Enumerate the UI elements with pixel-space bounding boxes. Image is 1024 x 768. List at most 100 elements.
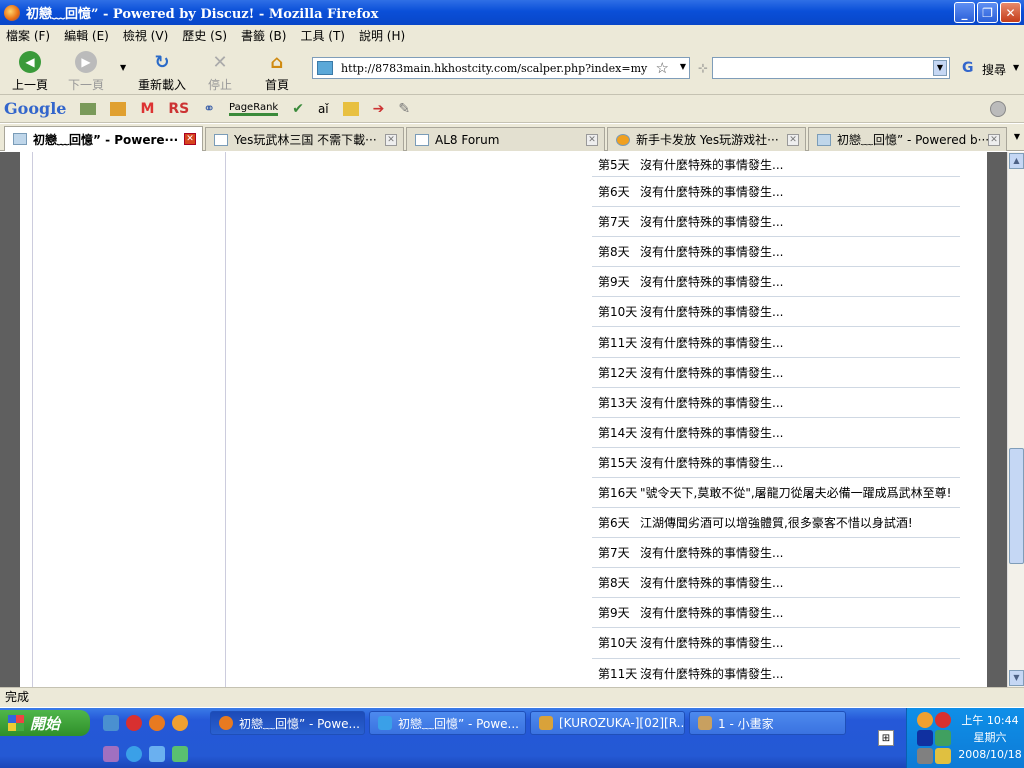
- scroll-thumb[interactable]: [1009, 448, 1024, 564]
- tab-close-icon[interactable]: ✕: [385, 134, 397, 146]
- status-text: 完成: [5, 690, 30, 704]
- translate-icon[interactable]: aǐ: [318, 102, 329, 116]
- window-titlebar: 初戀﹏回憶” - Powered by Discuz! - Mozilla Fi…: [0, 0, 1024, 25]
- close-button[interactable]: ✕: [1000, 2, 1021, 23]
- tray-media-icon[interactable]: [917, 730, 933, 746]
- pagerank-indicator: PageRank: [229, 102, 279, 116]
- page-body: 第5天 沒有什麼特殊的事情發生... 第6天 沒有什麼特殊的事情發生... 第7天 沒有什…: [20, 152, 987, 687]
- bookmark-star-icon[interactable]: ☆: [656, 59, 669, 77]
- log-day: 第5天: [598, 157, 630, 172]
- tray-flash-icon[interactable]: [935, 712, 951, 728]
- history-dropdown-icon[interactable]: ▼: [120, 63, 126, 72]
- tab-newbie-card[interactable]: 新手卡发放 Yes玩游戏社··· ✕: [607, 127, 806, 151]
- tab-yeswan[interactable]: Yes玩武林三国 不需下載··· ✕: [205, 127, 404, 151]
- back-button[interactable]: ◀ 上一頁: [0, 51, 60, 93]
- taskbar-item-paint[interactable]: 1 - 小畫家: [689, 711, 846, 735]
- folder-icon: [539, 716, 553, 730]
- menu-tools[interactable]: 工具 (T): [300, 27, 345, 44]
- menu-edit[interactable]: 編輯 (E): [64, 27, 109, 44]
- tab-close-icon[interactable]: ✕: [787, 134, 799, 146]
- tab-al8[interactable]: AL8 Forum ✕: [406, 127, 605, 151]
- tray-app-icon[interactable]: [917, 712, 933, 728]
- stop-button[interactable]: ✕ 停止: [190, 51, 250, 93]
- search-input[interactable]: ▼: [712, 57, 950, 79]
- google-search-icon[interactable]: [80, 102, 97, 115]
- start-button[interactable]: 開始: [0, 710, 90, 736]
- window-title: 初戀﹏回憶” - Powered by Discuz! - Mozilla Fi…: [26, 7, 379, 22]
- url-dropdown-icon[interactable]: ▼: [680, 62, 686, 71]
- reload-icon: ↻: [154, 51, 170, 73]
- list-item: 第11天 沒有什麼特殊的事情發生...: [592, 327, 960, 358]
- taskbar-item-folder[interactable]: [KUROZUKA-][02][R...: [530, 711, 685, 735]
- network-icon[interactable]: [103, 715, 119, 731]
- send-to-icon[interactable]: ➔: [373, 101, 385, 117]
- tab-discuz-2[interactable]: 初戀﹏回憶” - Powered b··· ✕: [808, 127, 1007, 151]
- app-icon[interactable]: [126, 715, 142, 731]
- settings-icon[interactable]: [990, 101, 1006, 117]
- firefox-quicklaunch-icon[interactable]: [149, 715, 165, 731]
- search-engine-icon[interactable]: G: [962, 60, 974, 76]
- log-text: 沒有什麼特殊的事情發生...: [640, 365, 784, 380]
- url-bar[interactable]: http://8783main.hkhostcity.com/scalper.p…: [312, 57, 690, 79]
- tab-bar: 初戀﹏回憶” - Powere··· ✕ Yes玩武林三国 不需下載··· ✕ …: [0, 124, 1024, 151]
- log-day: 第10天: [598, 305, 638, 320]
- list-item: 第16天 "號令天下,莫敢不從",屠龍刀從屠夫必備一躍成爲武林至尊!: [592, 478, 960, 509]
- search-menu-icon[interactable]: ▼: [1013, 63, 1019, 72]
- search-button[interactable]: 搜尋: [982, 61, 1006, 78]
- menu-bar: 檔案 (F) 編輯 (E) 檢視 (V) 歷史 (S) 書籤 (B) 工具 (T…: [0, 25, 1024, 45]
- google-logo[interactable]: Google: [4, 99, 66, 118]
- tab-close-icon[interactable]: ✕: [184, 133, 196, 145]
- messenger-icon[interactable]: [103, 746, 119, 762]
- outlook-icon[interactable]: [149, 746, 165, 762]
- site-favicon-icon: [616, 133, 630, 146]
- page-viewport: 第5天 沒有什麼特殊的事情發生... 第6天 沒有什麼特殊的事情發生... 第7天 沒有什…: [0, 152, 1007, 687]
- tab-close-icon[interactable]: ✕: [586, 134, 598, 146]
- gmail-icon[interactable]: M: [140, 101, 154, 117]
- home-button[interactable]: ⌂ 首頁: [247, 51, 307, 93]
- list-item: 第6天 沒有什麼特殊的事情發生...: [592, 177, 960, 208]
- tray-volume-icon[interactable]: [917, 748, 933, 764]
- ie-icon[interactable]: [126, 746, 142, 762]
- upload-icon[interactable]: [342, 101, 359, 116]
- list-item: 第7天 沒有什麼特殊的事情發生...: [592, 207, 960, 238]
- rs-icon[interactable]: RS: [168, 101, 189, 117]
- menu-file[interactable]: 檔案 (F): [6, 27, 50, 44]
- media-icon[interactable]: [172, 715, 188, 731]
- tab-label: 初戀﹏回憶” - Powered b···: [837, 133, 990, 147]
- stop-icon: ✕: [212, 51, 228, 73]
- taskbar-item-ie[interactable]: 初戀﹏回憶” - Powe...: [369, 711, 526, 735]
- share-icon[interactable]: ⚭: [203, 101, 215, 117]
- menu-bookmarks[interactable]: 書籤 (B): [241, 27, 286, 44]
- page-icon: [214, 133, 228, 146]
- bookmarks-icon[interactable]: [110, 101, 127, 116]
- log-day: 第6天: [598, 516, 630, 531]
- restore-button[interactable]: ❐: [977, 2, 998, 23]
- highlight-icon[interactable]: ✎: [398, 101, 410, 117]
- tray-network-icon[interactable]: [935, 730, 951, 746]
- reload-button[interactable]: ↻ 重新載入: [132, 51, 192, 93]
- tab-active[interactable]: 初戀﹏回憶” - Powere··· ✕: [4, 126, 203, 151]
- tab-close-icon[interactable]: ✕: [988, 134, 1000, 146]
- taskbar-item-firefox[interactable]: 初戀﹏回憶” - Powe...: [210, 711, 365, 735]
- menu-view[interactable]: 檢視 (V): [123, 27, 168, 44]
- log-text: 沒有什麼特殊的事情發生...: [640, 305, 784, 320]
- firefox-icon: [219, 716, 233, 730]
- minimize-button[interactable]: _: [954, 2, 975, 23]
- tab-list-icon[interactable]: ▼: [1014, 132, 1020, 141]
- log-day: 第9天: [598, 275, 630, 290]
- log-text: 江湖傳聞劣酒可以增強體質,很多豪客不惜以身試酒!: [640, 516, 913, 531]
- forward-button[interactable]: ▶ 下一頁: [56, 51, 116, 93]
- msn-icon[interactable]: [172, 746, 188, 762]
- spellcheck-icon[interactable]: ✔: [292, 101, 304, 117]
- menu-help[interactable]: 說明 (H): [359, 27, 405, 44]
- menu-history[interactable]: 歷史 (S): [182, 27, 227, 44]
- clock[interactable]: 上午 10:44 星期六 2008/10/18: [957, 712, 1023, 763]
- log-text: "號令天下,莫敢不從",屠龍刀從屠夫必備一躍成爲武林至尊!: [640, 485, 952, 500]
- scroll-up-icon[interactable]: ▲: [1009, 153, 1024, 169]
- language-bar-icon[interactable]: ⊞: [878, 730, 894, 746]
- forward-arrow-icon: ▶: [75, 51, 97, 73]
- vertical-scrollbar[interactable]: ▲ ▼: [1007, 152, 1024, 687]
- search-dropdown-icon[interactable]: ▼: [933, 60, 947, 76]
- tray-security-icon[interactable]: [935, 748, 951, 764]
- scroll-down-icon[interactable]: ▼: [1009, 670, 1024, 686]
